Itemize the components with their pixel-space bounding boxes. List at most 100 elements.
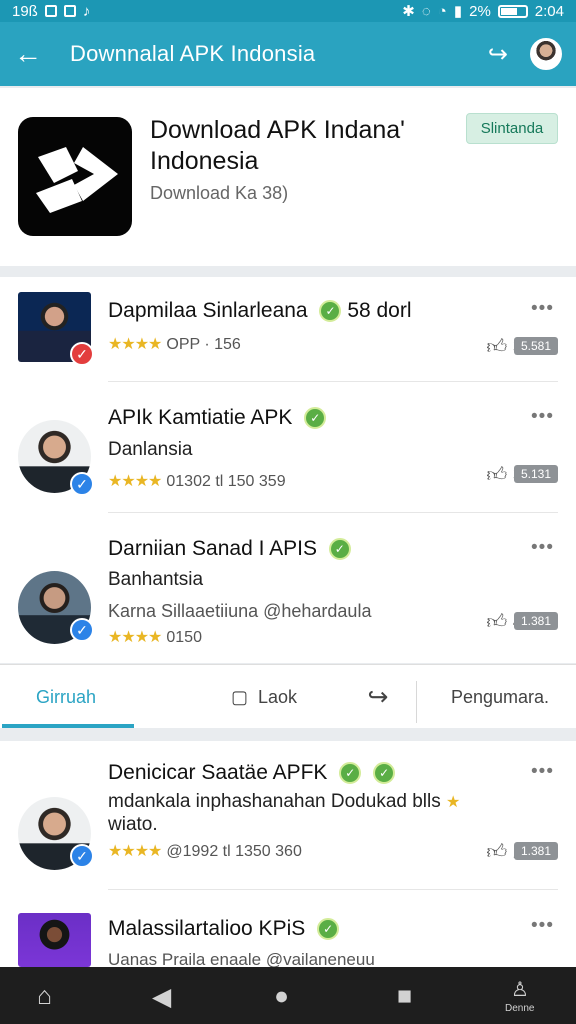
more-icon[interactable]: ••• <box>531 761 554 783</box>
item-meta-line: Karna Sillaaetiiuna @hehardaula <box>108 601 372 621</box>
item-meta-text: 0150 <box>166 629 202 646</box>
item-meta: ★★★★ 01302 tl 150 359 <box>108 471 286 491</box>
count-badge: 1.381 <box>514 842 558 860</box>
tab-label: Girruah <box>35 686 97 707</box>
red-badge-icon: ✓ <box>70 342 94 366</box>
verified-green-icon: ✓ <box>339 762 362 784</box>
feed-meta: ★★★★ @1992 tl 1350 360 <box>108 841 302 861</box>
circle-home-icon[interactable]: ● <box>274 982 289 1011</box>
notification-status-icon: ♪ <box>82 2 91 20</box>
status-left-text: 19ß <box>12 2 38 20</box>
verified-green-icon: ✓ <box>373 762 396 784</box>
feed-meta-text: @1992 tl 1350 360 <box>166 843 302 860</box>
status-bar: 19ß ♪ ✱ ◌ ◔ ▮ 2% 2:04 <box>0 0 576 22</box>
tab-label: Pengumara. <box>450 686 550 707</box>
status-right: ✱ ◌ ◔ ▮ 2% 2:04 <box>402 2 564 21</box>
apk-list-card: ✓ Dapmilaa Sinlarleana ✓ 58 dorl ★★★★ OPP… <box>0 277 576 663</box>
signal-icon: ▮ <box>453 3 463 20</box>
nfc-icon: ◌ <box>421 2 431 20</box>
feed-name: Denicicar Saatäe APFK ✓ ✓ <box>108 761 396 785</box>
count-badge: 1.381 <box>514 612 558 630</box>
tab-share[interactable]: ↪ <box>345 665 411 729</box>
wifi-icon: ◔ <box>437 2 447 20</box>
more-icon[interactable]: ••• <box>531 537 554 559</box>
count-badge: 5.581 <box>514 337 558 355</box>
item-line: Banhantsia <box>108 569 204 590</box>
feed-item[interactable]: ✓ Denicicar Saatäe APFK ✓ ✓ mdankala inp… <box>0 741 576 888</box>
feed-name-text: Malassilartalioo KPiS <box>108 917 306 940</box>
verified-green-icon: ✓ <box>319 300 342 322</box>
active-tab-indicator <box>2 724 134 728</box>
item-meta: ★★★★ 0150 <box>108 627 202 647</box>
tab-active[interactable]: Girruah <box>0 665 132 729</box>
item-name: Dapmilaa Sinlarleana ✓ 58 dorl <box>108 299 412 323</box>
verified-icon: ✓ <box>70 472 94 496</box>
share-icon: ↪ <box>367 683 389 711</box>
item-meta: ★★★★ OPP · 156 <box>108 334 241 354</box>
app-logo-icon <box>18 117 132 236</box>
feed-line-2: wiato. <box>108 814 158 835</box>
back-triangle-icon[interactable]: ◀ <box>152 982 171 1012</box>
app-bar: ← Downnalal APK Indonsia ↪ <box>0 22 576 86</box>
tab-label: Laok <box>257 686 298 707</box>
gallery-status-icon <box>44 5 57 17</box>
list-item[interactable]: ✓ APIk Kamtiatie APK ✓ Danlansia ★★★★ 013… <box>0 383 576 511</box>
more-icon[interactable]: ••• <box>531 915 554 937</box>
profile-avatar[interactable] <box>530 38 562 70</box>
thumbs-up-icon: 👍︎ <box>486 841 508 863</box>
status-time: 2:04 <box>534 2 564 20</box>
purple-thumbnail <box>18 913 91 967</box>
count-badge: 5.131 <box>514 465 558 483</box>
profile-icon[interactable]: ♙ <box>511 977 529 1002</box>
item-name: APIk Kamtiatie APK ✓ <box>108 406 327 430</box>
app-title: Download APK Indana' Indonesia <box>150 116 405 175</box>
feed-divider <box>108 889 558 890</box>
item-line: Danlansia <box>108 439 193 460</box>
tab-more[interactable]: Pengumara. <box>440 665 560 729</box>
star-icon: ★ <box>446 794 460 811</box>
list-divider <box>108 381 558 382</box>
item-meta-text: OPP · 156 <box>166 336 241 353</box>
item-name-text: APIk Kamtiatie APK <box>108 406 293 429</box>
verified-icon: ✓ <box>70 844 94 868</box>
tab-like[interactable]: ▢ Laok <box>214 665 314 729</box>
item-name: Darniian Sanad I APIS ✓ <box>108 537 351 561</box>
verified-icon: ✓ <box>70 618 94 642</box>
tab-bar: Girruah ▢ Laok ↪ Pengumara. <box>0 664 576 728</box>
app-header-card: Download APK Indana' Indonesia Download … <box>0 88 576 266</box>
item-name-text: Dapmilaa Sinlarleana <box>108 299 308 322</box>
back-arrow-icon[interactable]: ← <box>14 38 44 70</box>
status-badge[interactable]: Slintanda <box>466 113 558 144</box>
bluetooth-icon: ✱ <box>402 3 415 20</box>
rating-stars-icon: ★★★★ <box>108 629 162 646</box>
share-icon[interactable]: ↪ <box>488 40 508 69</box>
more-icon[interactable]: ••• <box>531 298 554 320</box>
rating-stars-icon: ★★★★ <box>108 473 162 490</box>
battery-icon <box>497 4 528 18</box>
tab-divider <box>416 681 417 723</box>
chat-icon: ▢ <box>230 686 248 707</box>
home-icon[interactable]: ⌂ <box>37 982 52 1011</box>
message-status-icon <box>63 5 76 17</box>
feed-name: Malassilartalioo KPiS ✓ <box>108 917 340 941</box>
recent-apps-icon[interactable]: ■ <box>397 982 412 1011</box>
app-subtitle: Download Ka 38) <box>150 183 289 203</box>
feed-card: ✓ Denicicar Saatäe APFK ✓ ✓ mdankala inp… <box>0 741 576 969</box>
thumbs-up-icon: 👍︎ <box>486 336 508 358</box>
battery-percentage: 2% <box>469 2 491 20</box>
verified-green-icon: ✓ <box>317 918 340 940</box>
more-icon[interactable]: ••• <box>531 406 554 428</box>
status-left: 19ß ♪ <box>12 3 90 20</box>
feed-item[interactable]: Malassilartalioo KPiS ✓ Uanas Praila ena… <box>0 893 576 969</box>
verified-green-icon: ✓ <box>328 538 351 560</box>
list-item[interactable]: ✓ Darniian Sanad I APIS ✓ Banhantsia Kar… <box>0 515 576 663</box>
android-navbar: ⌂ ◀ ● ■ ♙ Denne <box>0 967 576 1024</box>
list-item[interactable]: ✓ Dapmilaa Sinlarleana ✓ 58 dorl ★★★★ OPP… <box>0 277 576 382</box>
feed-line: mdankala inphashanahan Dodukad blls ★ <box>108 791 464 813</box>
item-name-text: Darniian Sanad I APIS <box>108 537 317 560</box>
rating-stars-icon: ★★★★ <box>108 843 162 860</box>
verified-green-icon: ✓ <box>304 407 327 429</box>
rating-stars-icon: ★★★★ <box>108 336 162 353</box>
profile-label: Denne <box>505 1003 535 1014</box>
play-logo-icon <box>36 147 118 213</box>
